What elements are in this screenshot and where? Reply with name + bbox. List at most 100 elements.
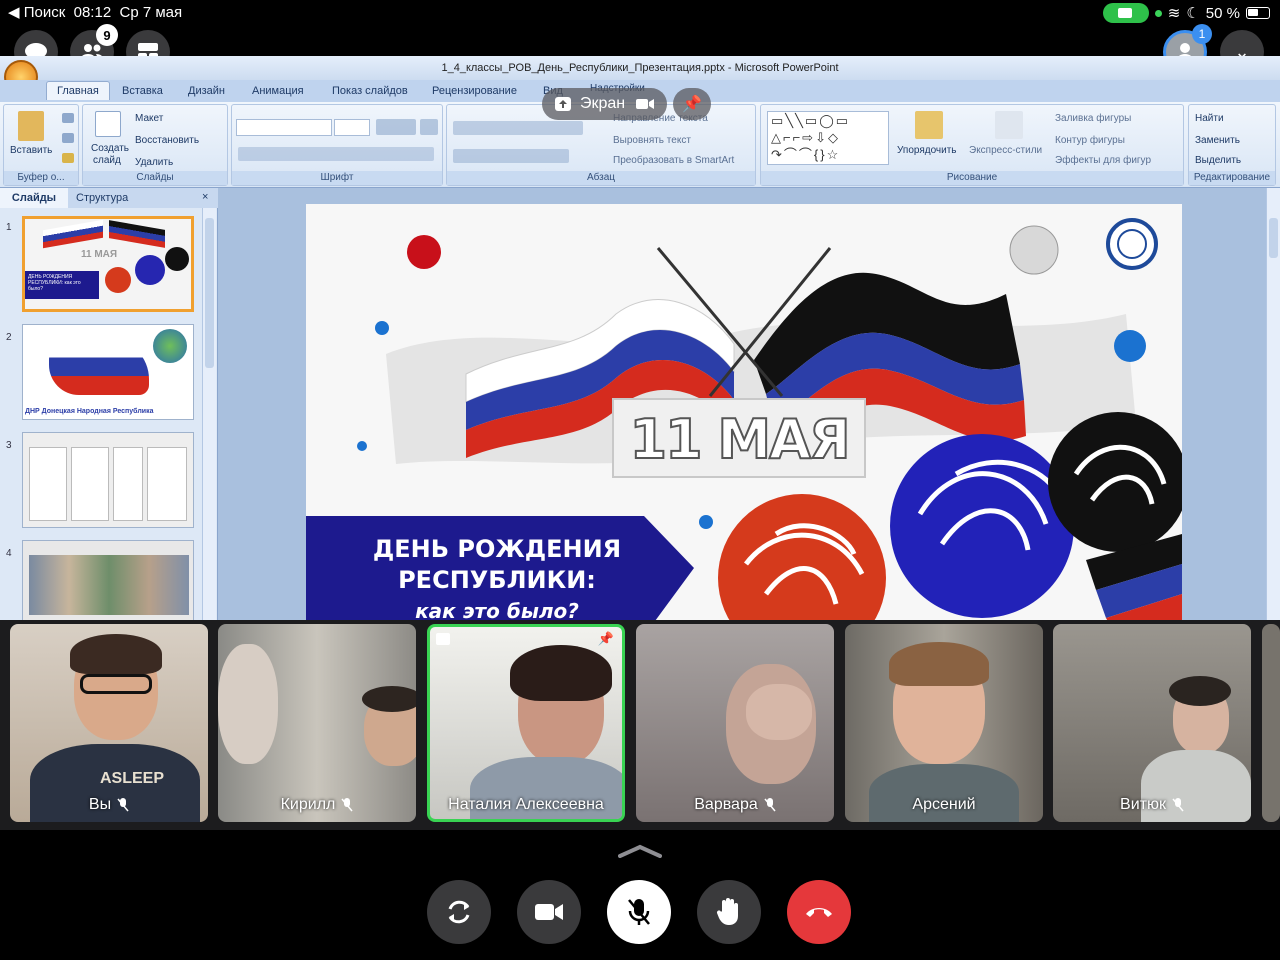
thumb-flag-dnr [109, 220, 165, 248]
smartart-button[interactable]: Преобразовать в SmartArt [613, 155, 734, 166]
panel-scrollbar[interactable] [202, 208, 216, 636]
screen-share-label: Экран [580, 95, 626, 112]
clipboard-group: Вставить Буфер о... [3, 104, 79, 186]
current-slide[interactable]: 11 МАЯ ДЕНЬ РОЖДЕНИЯ РЕСПУБЛИКИ: как это… [306, 204, 1182, 636]
new-slide-label-2[interactable]: слайд [93, 155, 121, 166]
replace-button[interactable]: Заменить [1195, 135, 1240, 146]
font-style-buttons[interactable] [238, 147, 434, 161]
shape-fill-button[interactable]: Заливка фигуры [1055, 113, 1131, 124]
participants-strip: ASLEEP Вы Кирилл 📌 Наталия Алексеевна Ва… [0, 620, 1280, 830]
red-ball [407, 235, 441, 269]
font-grow-icon[interactable] [376, 119, 416, 135]
tab-insert[interactable]: Вставка [122, 85, 163, 97]
thumb-map [49, 339, 149, 395]
paste-icon [18, 111, 44, 141]
arrange-button[interactable]: Упорядочить [897, 145, 957, 156]
tab-slides[interactable]: Слайды [0, 188, 68, 208]
clipboard-label: Буфер о... [4, 171, 78, 185]
back-to-search[interactable]: ◀ Поиск [8, 4, 65, 21]
participant-tile[interactable]: Витюк [1053, 624, 1251, 822]
shape-effects-button[interactable]: Эффекты для фигур [1055, 155, 1151, 166]
participant-name: Кирилл [280, 796, 336, 813]
participants-count-badge: 9 [96, 24, 118, 46]
battery-percent: 50 % [1205, 4, 1240, 22]
font-size-select[interactable] [334, 119, 370, 136]
participant-tile[interactable]: Варвара [636, 624, 834, 822]
screen-share-button[interactable]: Экран [542, 88, 668, 120]
paste-button[interactable]: Вставить [10, 145, 52, 156]
shirt-print: ASLEEP [100, 770, 165, 787]
slides-panel: Слайды Структура × 1 11 МАЯ ДЕНЬ РОЖДЕНИ… [0, 188, 218, 636]
align-text-button[interactable]: Выровнять текст [613, 135, 691, 146]
video-camera-icon [535, 904, 563, 920]
font-group: Шрифт [231, 104, 443, 186]
notification-badge: 1 [1192, 24, 1212, 44]
tab-outline[interactable]: Структура [76, 192, 128, 204]
editing-label: Редактирование [1189, 171, 1275, 185]
list-buttons[interactable] [453, 121, 583, 135]
pin-icon: 📌 [682, 96, 703, 113]
paragraph-label: Абзац [447, 171, 755, 185]
active-speaker-tile[interactable]: 📌 Наталия Алексеевна [427, 624, 625, 822]
screen-share-bar: Экран 📌 [542, 88, 712, 120]
thumb-globe [153, 329, 187, 363]
tab-design[interactable]: Дизайн [188, 85, 225, 97]
mic-off-icon [341, 797, 353, 812]
hand-icon [716, 898, 738, 925]
end-call-button[interactable] [787, 880, 851, 944]
slide-thumbnail-3[interactable] [22, 432, 194, 528]
align-buttons[interactable] [453, 149, 569, 163]
slide-number: 3 [6, 440, 12, 451]
font-name-select[interactable] [236, 119, 332, 136]
slide-thumbnail-2[interactable]: ДНР Донецкая Народная Республика [22, 324, 194, 420]
thumb-rose-red [105, 267, 131, 293]
slide-thumbnail-1[interactable]: 11 МАЯ ДЕНЬ РОЖДЕНИЯ РЕСПУБЛИКИ: как это… [22, 216, 194, 312]
participant-name: Наталия Алексеевна [448, 796, 604, 813]
copy-icon[interactable] [62, 133, 74, 143]
window-title: 1_4_классы_РОВ_День_Республики_Презентац… [0, 56, 1280, 80]
slide-number: 4 [6, 548, 12, 559]
participant-tile[interactable]: Арсений [845, 624, 1043, 822]
find-button[interactable]: Найти [1195, 113, 1224, 124]
new-slide-button[interactable]: Создать [91, 143, 129, 154]
raise-hand-button[interactable] [697, 880, 761, 944]
shape-outline-button[interactable]: Контур фигуры [1055, 135, 1125, 146]
pin-icon[interactable]: 📌 [598, 631, 614, 647]
layout-menu[interactable]: Макет [135, 113, 163, 124]
slide-editor[interactable]: 11 МАЯ ДЕНЬ РОЖДЕНИЯ РЕСПУБЛИКИ: как это… [218, 188, 1280, 636]
slides-group: Создать слайд Макет Восстановить Удалить… [82, 104, 228, 186]
editor-scrollbar[interactable] [1266, 188, 1280, 636]
tab-slideshow[interactable]: Показ слайдов [332, 85, 408, 97]
slides-label: Слайды [83, 171, 227, 185]
close-panel-icon[interactable]: × [202, 191, 208, 203]
screen-share-icon [555, 97, 571, 111]
thumb-title: ДЕНЬ РОЖДЕНИЯ РЕСПУБЛИКИ: как это было? [25, 271, 99, 299]
clear-format-icon[interactable] [420, 119, 438, 135]
reset-button[interactable]: Восстановить [135, 135, 199, 146]
switch-camera-button[interactable] [427, 880, 491, 944]
camera-toggle-button[interactable] [517, 880, 581, 944]
microphone-toggle-button[interactable] [607, 880, 671, 944]
participant-tile[interactable]: ASLEEP Вы [10, 624, 208, 822]
expand-handle[interactable] [618, 844, 662, 858]
pin-button[interactable]: 📌 [673, 88, 712, 120]
tab-home[interactable]: Главная [46, 81, 110, 100]
tab-review[interactable]: Рецензирование [432, 85, 517, 97]
quick-styles-button[interactable]: Экспресс-стили [969, 145, 1042, 156]
participant-tile[interactable]: Кирилл [218, 624, 416, 822]
slide-date: 11 МАЯ [612, 398, 866, 478]
editing-group: Найти Заменить Выделить Редактирование [1188, 104, 1276, 186]
status-bar: ◀ Поиск 08:12 Ср 7 мая ≋ ☾ 50 % [0, 0, 1280, 24]
rose-black [1048, 412, 1182, 552]
rose-blue [890, 434, 1074, 618]
select-button[interactable]: Выделить [1195, 155, 1241, 166]
thumb-card [71, 447, 109, 521]
delete-slide-button[interactable]: Удалить [135, 157, 173, 168]
format-painter-icon[interactable] [62, 153, 74, 163]
camera-in-use-icon[interactable] [1102, 3, 1149, 23]
participant-tile-partial[interactable] [1262, 624, 1280, 822]
cut-icon[interactable] [62, 113, 74, 123]
tab-animation[interactable]: Анимация [252, 85, 304, 97]
participant-name: Арсений [912, 796, 976, 813]
shapes-gallery[interactable]: ▭╲╲▭◯▭ △⌐⌐⇨⇩◇ ↷⌒⌒{}☆ [767, 111, 889, 165]
